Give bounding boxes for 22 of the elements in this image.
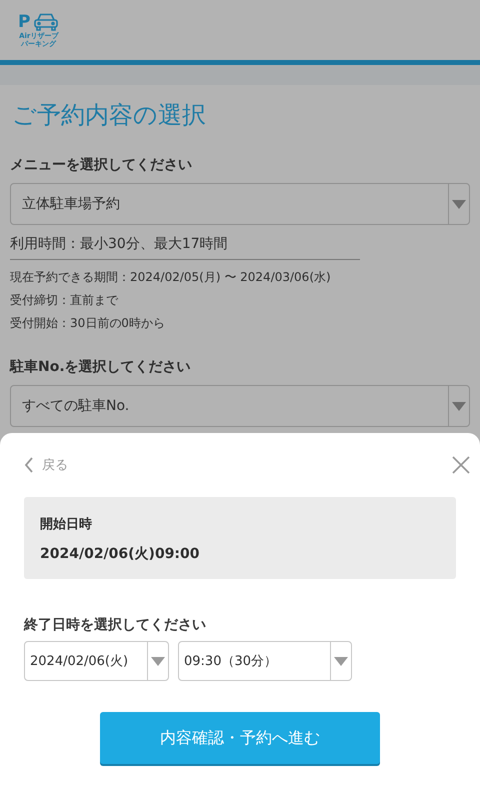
field-label: 終了日時を選択してください: [24, 616, 207, 635]
logo-letter: P: [18, 13, 30, 31]
date-select[interactable]: 2024/02/06(火): [24, 641, 169, 681]
start-datetime: 2024/02/06(火)09:00: [40, 545, 201, 563]
caret-icon: [334, 656, 348, 666]
caret-icon: [151, 656, 165, 666]
info-text: 受付締切：直前まで: [10, 292, 120, 309]
start-label: 開始日時: [40, 516, 93, 533]
info-text: 受付開始：30日前の0時から: [10, 315, 166, 332]
page-title: ご予約内容の選択: [12, 100, 207, 131]
time-select[interactable]: 09:30（30分）: [178, 641, 352, 681]
field-label: 駐車No.を選択してください: [10, 358, 192, 377]
close-icon[interactable]: [452, 456, 470, 474]
car-icon: [33, 12, 60, 32]
info-text: 現在予約できる期間：2024/02/05(月) 〜 2024/03/06(水): [10, 269, 332, 286]
caret-icon: [452, 200, 466, 208]
usage-time: 利用時間：最小30分、最大17時間: [10, 235, 360, 260]
chevron-left-icon: [24, 457, 34, 473]
space-select[interactable]: すべての駐車No.: [10, 385, 470, 427]
field-label: メニューを選択してください: [10, 156, 193, 175]
caret-icon: [452, 402, 466, 410]
menu-select[interactable]: 立体駐車場予約: [10, 183, 470, 225]
